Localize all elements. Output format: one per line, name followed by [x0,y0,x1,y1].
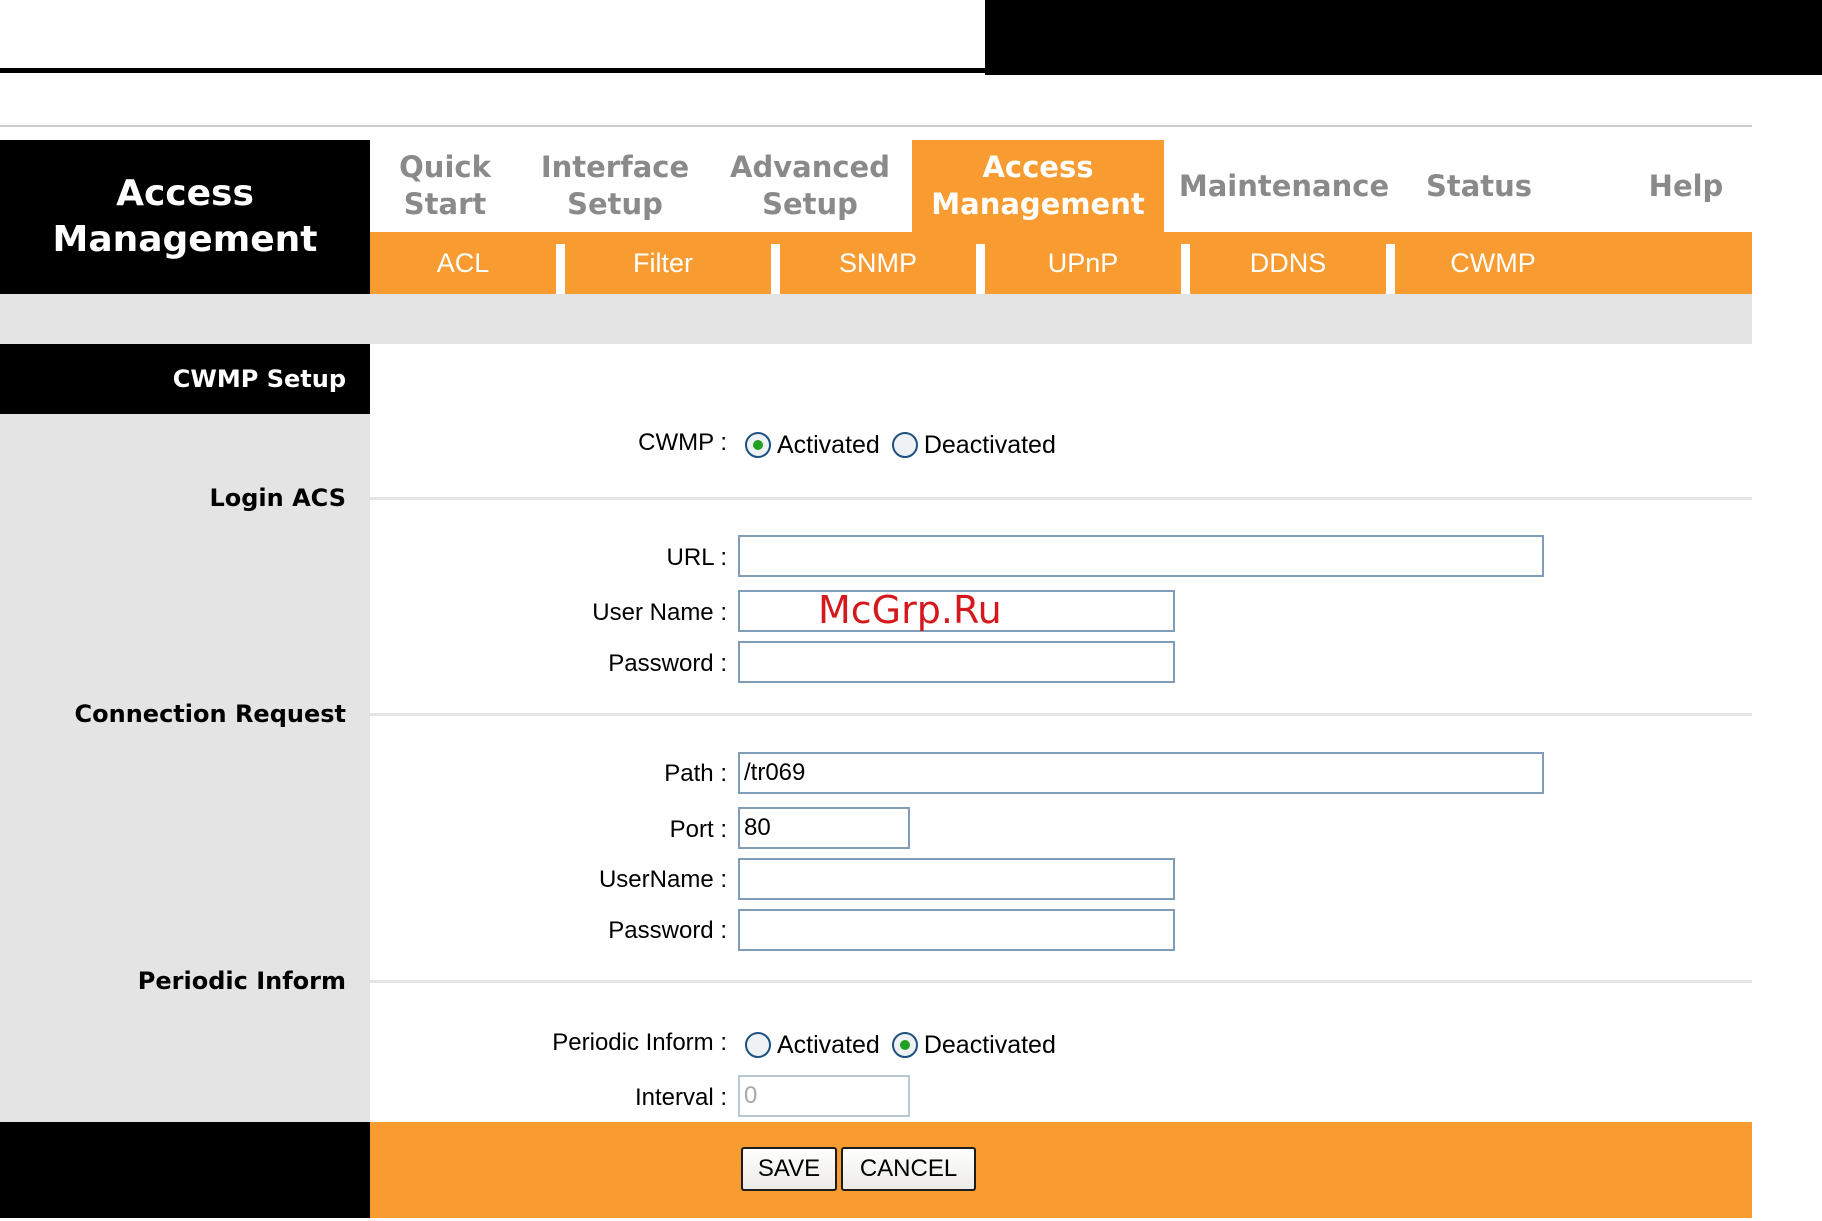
nav-status[interactable]: Status [1404,140,1554,232]
cwmp-activated-label: Activated [777,430,880,459]
nav-help[interactable]: Help [1620,140,1752,232]
cr-port-input[interactable]: 80 [738,807,910,849]
radio-selected-dot [753,440,763,450]
left-column [0,344,370,1122]
subnav-separator [1181,244,1190,294]
cr-path-input[interactable]: /tr069 [738,752,1544,794]
acs-password-input[interactable] [738,641,1175,683]
acs-username-label: User Name : [592,599,727,626]
radio-selected-dot [899,1040,910,1050]
subnav-separator [976,244,985,294]
cwmp-deactivated-radio[interactable] [891,432,918,458]
subnav-separator [556,244,565,294]
periodic-inform-heading: Periodic Inform [137,967,346,995]
cr-port-label: Port : [669,816,727,843]
interval-label: Interval : [634,1084,727,1111]
cancel-button[interactable]: CANCEL [841,1147,976,1191]
interval-input[interactable]: 0 [738,1075,910,1117]
main-nav: Quick Start Interface Setup Advanced Set… [370,140,1752,232]
cwmp-label: CWMP : [638,429,727,456]
cr-path-label: Path : [664,760,727,787]
periodic-inform-radio-group: Activated Deactivated [745,1028,1068,1062]
periodic-inform-label: Periodic Inform : [552,1029,727,1056]
page-header-rule [0,68,1822,73]
section-separator [370,497,1752,500]
nav-interface-setup[interactable]: Interface Setup [520,140,710,232]
cwmp-deactivated-label: Deactivated [923,430,1056,459]
cr-password-input[interactable] [738,909,1175,951]
watermark-text: McGrp.Ru [818,588,1002,632]
cr-username-input[interactable] [738,858,1175,900]
footer-action-bar [370,1122,1752,1218]
cr-password-label: Password : [608,917,727,944]
connection-request-heading: Connection Request [74,700,346,728]
nav-maintenance[interactable]: Maintenance [1164,140,1404,232]
sub-nav: ACL Filter SNMP UPnP DDNS CWMP [370,232,1752,294]
subnav-filter[interactable]: Filter [565,232,761,294]
nav-quick-start[interactable]: Quick Start [370,140,520,232]
save-button[interactable]: SAVE [741,1147,837,1191]
section-separator [370,713,1752,716]
subnav-cwmp[interactable]: CWMP [1395,232,1591,294]
cwmp-activated-radio[interactable] [745,432,771,458]
subnav-upnp[interactable]: UPnP [985,232,1181,294]
footer-left-block [0,1122,370,1218]
subnav-separator [1386,244,1395,294]
page-header-black-bar [985,0,1822,75]
periodic-deactivated-radio[interactable] [891,1032,918,1058]
cwmp-radio-group: Activated Deactivated [745,428,1068,462]
subnav-separator [771,244,780,294]
periodic-activated-label: Activated [777,1030,880,1059]
section-title: Access Management [52,173,318,260]
spacer-band [0,294,1752,344]
acs-password-label: Password : [608,650,727,677]
subnav-ddns[interactable]: DDNS [1190,232,1386,294]
subnav-acl[interactable]: ACL [370,232,556,294]
divider [0,125,1752,127]
cr-username-label: UserName : [598,866,727,893]
nav-advanced-setup[interactable]: Advanced Setup [710,140,910,232]
subnav-snmp[interactable]: SNMP [780,232,976,294]
acs-url-input[interactable] [738,535,1544,577]
cwmp-setup-heading: CWMP Setup [0,344,370,414]
section-title-box: Access Management [0,140,370,294]
periodic-activated-radio[interactable] [745,1032,771,1058]
section-separator [370,980,1752,983]
acs-url-label: URL : [666,544,727,571]
login-acs-heading: Login ACS [209,484,346,512]
periodic-deactivated-label: Deactivated [923,1030,1056,1059]
nav-access-management[interactable]: Access Management [912,140,1164,232]
